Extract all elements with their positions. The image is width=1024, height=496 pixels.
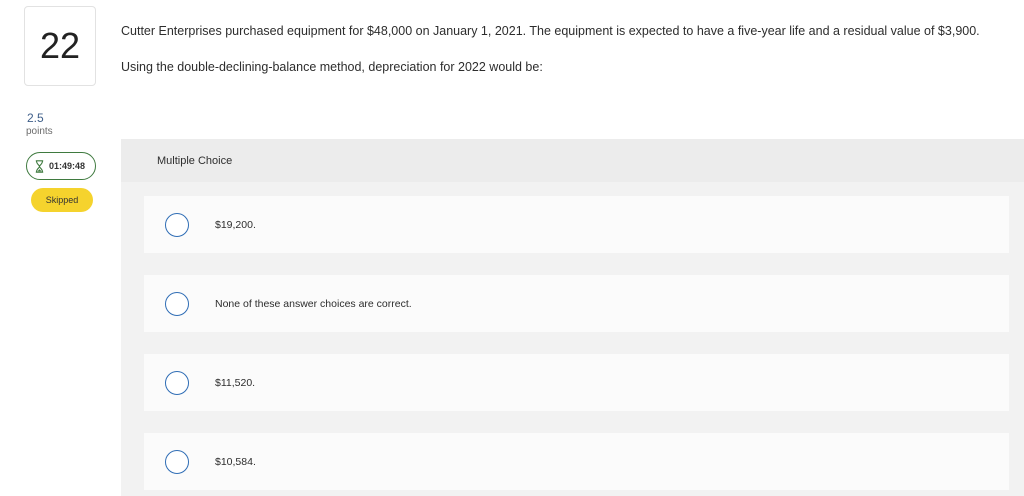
points-label: points: [26, 126, 53, 137]
radio-button[interactable]: [165, 212, 189, 237]
radio-button[interactable]: [165, 291, 189, 316]
question-number: 22: [24, 6, 96, 86]
choice-label: $19,200.: [215, 218, 256, 231]
radio-button[interactable]: [165, 370, 189, 395]
radio-button[interactable]: [165, 449, 189, 474]
question-prompt: Using the double-declining-balance metho…: [121, 60, 543, 74]
question-stem: Cutter Enterprises purchased equipment f…: [121, 24, 980, 38]
status-badge: Skipped: [31, 188, 93, 212]
timer-value: 01:49:48: [49, 161, 86, 171]
timer[interactable]: 01:49:48: [26, 152, 96, 180]
points-value: 2.5: [27, 111, 44, 125]
choice-label: None of these answer choices are correct…: [215, 297, 412, 310]
choices-header: Multiple Choice: [121, 139, 1024, 182]
choices-header-label: Multiple Choice: [157, 154, 233, 167]
question-text: Cutter Enterprises purchased equipment f…: [121, 22, 1016, 76]
choice-option[interactable]: None of these answer choices are correct…: [144, 275, 1009, 332]
choice-label: $11,520.: [215, 376, 256, 389]
choices-list: $19,200. None of these answer choices ar…: [121, 182, 1024, 496]
choice-option[interactable]: $10,584.: [144, 433, 1009, 490]
choice-option[interactable]: $19,200.: [144, 196, 1009, 253]
hourglass-icon: [35, 159, 44, 173]
choice-label: $10,584.: [215, 455, 256, 468]
question-page: 22 2.5 points 01:49:48 Skipped Cutter En…: [0, 0, 1024, 496]
choice-option[interactable]: $11,520.: [144, 354, 1009, 411]
